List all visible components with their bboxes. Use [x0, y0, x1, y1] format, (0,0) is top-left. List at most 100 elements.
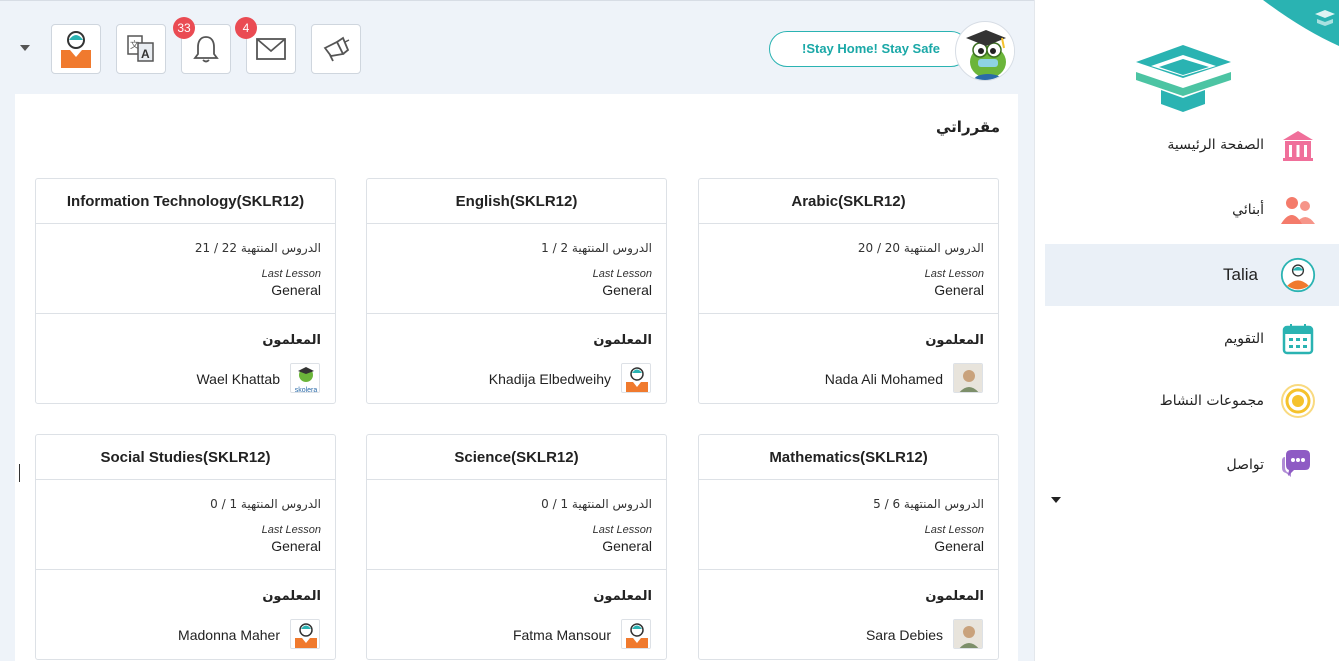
stay-home-banner[interactable]: !Stay Home! Stay Safe [769, 31, 969, 67]
course-card[interactable]: Mathematics(SKLR12) الدروس المنتهية 6 / 5… [698, 434, 999, 660]
sidebar-item-home[interactable]: الصفحة الرئيسية [1045, 114, 1339, 176]
last-lesson-value: General [934, 282, 984, 298]
teacher-avatar[interactable] [953, 619, 983, 649]
activity-target-icon [1280, 383, 1316, 419]
mascot-avatar[interactable] [955, 21, 1015, 81]
teacher-avatar[interactable] [621, 363, 651, 393]
teacher-name[interactable]: Khadija Elbedweihy [489, 371, 611, 387]
user-menu-caret-icon[interactable] [20, 45, 30, 51]
course-card[interactable]: Information Technology(SKLR12) الدروس الم… [35, 178, 336, 404]
last-lesson-label: Last Lesson [924, 524, 984, 536]
communication-expand-caret-icon[interactable] [1051, 497, 1061, 503]
announcements-button[interactable] [311, 24, 361, 74]
last-lesson-label: Last Lesson [924, 268, 984, 280]
card-divider [699, 569, 998, 570]
last-lesson-label: Last Lesson [261, 524, 321, 536]
graduation-cap-logo-icon [1136, 45, 1231, 112]
teachers-label: المعلمون [593, 333, 652, 348]
teachers-label: المعلمون [593, 589, 652, 604]
messages-button[interactable]: 4 [235, 17, 296, 74]
frog-mascot-icon [957, 23, 1014, 80]
student-avatar-icon [1280, 257, 1316, 293]
translate-icon: A 文 [127, 35, 154, 62]
card-divider [36, 313, 335, 314]
lessons-progress: الدروس المنتهية 6 / 5 [873, 497, 984, 511]
sidebar-item-label: التقويم [1224, 331, 1264, 347]
teacher-avatar-icon [291, 620, 319, 648]
sidebar-item-label: الصفحة الرئيسية [1167, 137, 1264, 153]
course-title[interactable]: English(SKLR12) [367, 179, 666, 224]
teacher-avatar[interactable] [953, 363, 983, 393]
course-title[interactable]: Science(SKLR12) [367, 435, 666, 480]
course-title[interactable]: Social Studies(SKLR12) [36, 435, 335, 480]
svg-text:skolera: skolera [295, 387, 318, 393]
corner-ribbon [1263, 0, 1339, 46]
teacher-name[interactable]: Wael Khattab [196, 371, 280, 387]
chat-bubbles-icon [1280, 447, 1316, 483]
teacher-name[interactable]: Madonna Maher [178, 627, 280, 643]
sidebar-item-activity-groups[interactable]: مجموعات النشاط [1045, 370, 1339, 432]
course-card[interactable]: Social Studies(SKLR12) الدروس المنتهية 1 … [35, 434, 336, 660]
main-area: A 文 33 4 !Stay Home! Stay Safe مقرراتي A… [0, 0, 1034, 661]
last-lesson-value: General [271, 538, 321, 554]
skolera-logo[interactable] [1131, 40, 1241, 115]
bell-icon [193, 36, 219, 63]
lessons-progress: الدروس المنتهية 20 / 20 [857, 241, 984, 255]
course-card[interactable]: Science(SKLR12) الدروس المنتهية 1 / 0 Last… [366, 434, 667, 660]
calendar-icon [1280, 321, 1316, 357]
children-icon [1280, 192, 1316, 228]
teacher-avatar[interactable]: skolera [290, 363, 320, 393]
last-lesson-label: Last Lesson [592, 268, 652, 280]
last-lesson-value: General [271, 282, 321, 298]
card-divider [699, 313, 998, 314]
teachers-label: المعلمون [262, 589, 321, 604]
course-title[interactable]: Information Technology(SKLR12) [36, 179, 335, 224]
teacher-photo-icon [954, 364, 982, 392]
sidebar-item-calendar[interactable]: التقويم [1045, 308, 1339, 370]
course-card[interactable]: Arabic(SKLR12) الدروس المنتهية 20 / 20 Las… [698, 178, 999, 404]
school-building-icon [1280, 127, 1316, 163]
lessons-progress: الدروس المنتهية 22 / 21 [194, 241, 321, 255]
card-divider [36, 569, 335, 570]
last-lesson-value: General [602, 282, 652, 298]
sidebar-item-label: تواصل [1226, 457, 1264, 473]
teacher-name[interactable]: Nada Ali Mohamed [825, 371, 943, 387]
last-lesson-value: General [602, 538, 652, 554]
teacher-name[interactable]: Sara Debies [866, 627, 943, 643]
skolera-logo-icon: skolera [291, 364, 319, 393]
user-avatar-button[interactable] [51, 24, 101, 74]
card-divider [367, 313, 666, 314]
sidebar-item-label: Talia [1223, 265, 1258, 284]
course-title[interactable]: Arabic(SKLR12) [699, 179, 998, 224]
sidebar-item-label: أبنائي [1232, 202, 1264, 218]
notifications-badge: 33 [173, 17, 195, 39]
teacher-avatar-icon [622, 364, 650, 392]
teachers-label: المعلمون [925, 333, 984, 348]
messages-badge: 4 [235, 17, 257, 39]
teacher-avatar[interactable] [621, 619, 651, 649]
sidebar: الصفحة الرئيسية أبنائي Talia التقويم مجموعات… [1034, 0, 1339, 661]
course-title[interactable]: Mathematics(SKLR12) [699, 435, 998, 480]
sidebar-item-label: مجموعات النشاط [1159, 393, 1264, 409]
last-lesson-label: Last Lesson [261, 268, 321, 280]
card-divider [367, 569, 666, 570]
megaphone-icon [323, 36, 350, 62]
teacher-name[interactable]: Fatma Mansour [513, 627, 611, 643]
notifications-button[interactable]: 33 [173, 17, 231, 74]
skolera-corner-icon [1263, 0, 1339, 46]
text-cursor [19, 464, 20, 482]
lessons-progress: الدروس المنتهية 1 / 0 [210, 497, 321, 511]
teacher-avatar-icon [622, 620, 650, 648]
student-avatar-icon [61, 31, 91, 68]
sidebar-item-my-children[interactable]: أبنائي [1045, 179, 1339, 241]
last-lesson-label: Last Lesson [592, 524, 652, 536]
envelope-icon [256, 38, 286, 60]
svg-text:文: 文 [130, 39, 139, 51]
teacher-photo-icon [954, 620, 982, 648]
top-bar: A 文 33 4 !Stay Home! Stay Safe [0, 1, 1034, 93]
sidebar-item-talia[interactable]: Talia [1045, 244, 1339, 306]
course-card[interactable]: English(SKLR12) الدروس المنتهية 2 / 1 Last… [366, 178, 667, 404]
teacher-avatar[interactable] [290, 619, 320, 649]
sidebar-item-communication[interactable]: تواصل [1045, 434, 1339, 496]
language-button[interactable]: A 文 [116, 24, 166, 74]
